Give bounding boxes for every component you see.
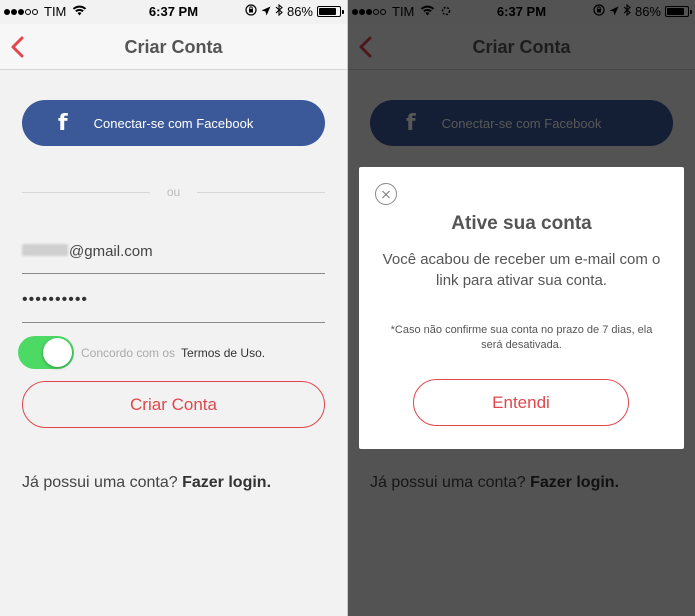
email-value: @gmail.com [69,243,153,260]
divider-line [197,192,325,193]
terms-toggle[interactable] [18,336,74,369]
close-icon[interactable] [375,183,397,205]
login-prompt-text: Já possui uma conta? [22,474,178,491]
signup-screen-with-modal: TIM 6:37 PM 86% [348,0,695,616]
create-account-button[interactable]: Criar Conta [22,381,325,428]
modal-message: Você acabou de receber um e-mail com o l… [382,251,661,289]
battery-tip [342,10,344,14]
login-prompt: Já possui uma conta? Fazer login. [22,474,271,492]
location-icon [261,4,271,19]
bluetooth-icon [275,3,283,19]
toggle-knob [43,338,72,367]
signup-screen: TIM 6:37 PM 86% Criar Conta f Conectar-s… [0,0,347,616]
or-separator: ou [22,184,325,202]
page-title: Criar Conta [124,37,223,57]
agree-text: Concordo com os [81,346,176,360]
email-field[interactable]: @gmail.com [22,238,325,274]
status-right: 86% [245,3,344,19]
battery-icon [317,6,344,17]
terms-link[interactable]: Termos de Uso. [181,346,265,360]
status-bar: TIM 6:37 PM 86% [0,0,347,24]
facebook-connect-button[interactable]: f Conectar-se com Facebook [22,100,325,146]
password-value: •••••••••• [22,291,89,308]
email-redacted [22,244,68,256]
password-field[interactable]: •••••••••• [22,287,325,323]
terms-agreement: Concordo com os Termos de Uso. [81,346,265,360]
battery-fill [319,8,337,15]
modal-note: *Caso não confirme sua conta no prazo de… [390,324,653,351]
activation-modal: Ative sua conta Você acabou de receber u… [359,167,684,449]
navigation-bar: Criar Conta [0,24,347,70]
login-link[interactable]: Fazer login. [182,474,271,491]
rotation-lock-icon [245,4,257,19]
modal-title: Ative sua conta [451,213,592,234]
facebook-connect-label: Conectar-se com Facebook [93,116,254,131]
battery-percent: 86% [286,4,313,19]
understood-button[interactable]: Entendi [413,379,629,426]
